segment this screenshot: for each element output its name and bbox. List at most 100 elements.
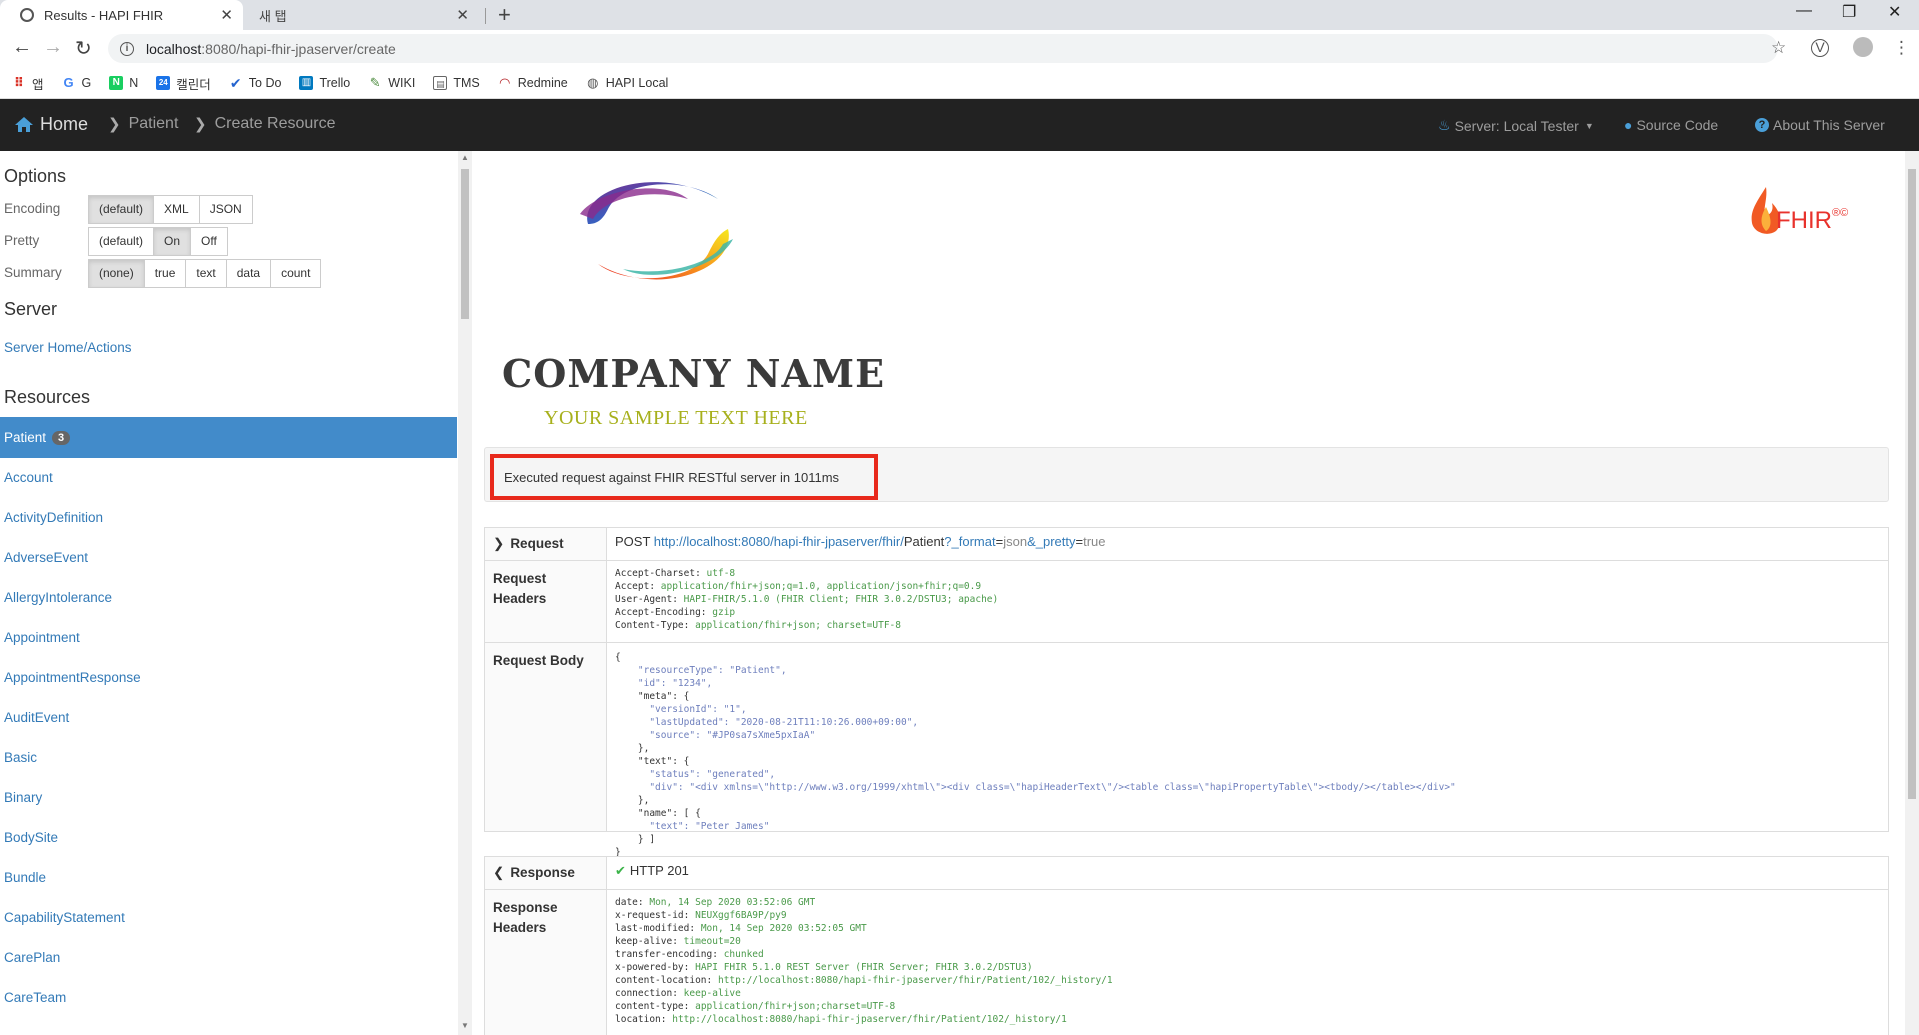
more-menu-icon[interactable]: ⋮ (1893, 38, 1910, 58)
profile-avatar-icon[interactable] (1853, 37, 1873, 57)
code-line: "lastUpdated": "2020-08-21T11:10:26.000+… (615, 717, 919, 728)
bookmark-redmine[interactable]: ◠ Redmine (498, 76, 568, 91)
bookmark-g[interactable]: G G (62, 75, 91, 91)
info-icon[interactable]: i (120, 41, 134, 56)
bookmark-wiki[interactable]: ✎ WIKI (368, 76, 416, 91)
breadcrumb-create-resource[interactable]: ❯ Create Resource (194, 115, 336, 133)
bookmark-label: N (129, 76, 139, 90)
extension-icon[interactable]: V (1811, 39, 1829, 57)
sidebar-scrollbar-thumb[interactable] (461, 169, 469, 319)
sidebar-item-account[interactable]: Account (4, 470, 53, 485)
summary-text-button[interactable]: text (185, 259, 227, 288)
bookmark-trello[interactable]: ▥ Trello (299, 76, 350, 90)
bookmark-tms[interactable]: ▤ TMS (433, 76, 480, 90)
close-icon[interactable]: ✕ (456, 6, 469, 24)
address-bar[interactable]: i localhost:8080/hapi-fhir-jpaserver/cre… (108, 34, 1778, 63)
source-code-link[interactable]: ● Source Code (1624, 117, 1718, 133)
header-line: Content-Type: application/fhir+json; cha… (615, 620, 901, 631)
window-close-icon[interactable]: ✕ (1888, 2, 1901, 22)
sidebar-item-adverseevent[interactable]: AdverseEvent (4, 550, 88, 565)
header-line: Accept-Charset: utf-8 (615, 568, 736, 579)
app-navbar: Home ❯ Patient ❯ Create Resource ♨ Serve… (0, 99, 1919, 151)
maximize-icon[interactable]: ❐ (1842, 2, 1856, 22)
back-icon[interactable]: ← (12, 36, 32, 59)
main-scrollbar-thumb[interactable] (1908, 169, 1916, 799)
code-line: "meta": { (615, 691, 690, 702)
summary-data-button[interactable]: data (225, 259, 272, 288)
sidebar-item-bundle[interactable]: Bundle (4, 870, 46, 885)
response-headers-label: Response Headers (485, 890, 607, 1035)
header-line: location: http://localhost:8080/hapi-fhi… (615, 1014, 1067, 1025)
nav-home-label: Home (40, 114, 89, 134)
request-toggle[interactable]: ❯ Request (485, 528, 607, 560)
pretty-off-button[interactable]: Off (190, 227, 228, 256)
sidebar-item-bodysite[interactable]: BodySite (4, 830, 58, 845)
sidebar-item-allergyintolerance[interactable]: AllergyIntolerance (4, 590, 112, 605)
about-server-link[interactable]: ? About This Server (1755, 117, 1885, 133)
sidebar-scrollbar[interactable]: ▲ ▼ (458, 151, 472, 1035)
sidebar-item-basic[interactable]: Basic (4, 750, 37, 765)
sidebar-item-auditevent[interactable]: AuditEvent (4, 710, 69, 725)
bookmark-apps[interactable]: ⠿ 앱 (12, 74, 44, 93)
main-content: COMPANY NAME YOUR SAMPLE TEXT HERE FHIR®… (472, 151, 1905, 1035)
summary-none-button[interactable]: (none) (88, 259, 145, 288)
code-line: "text": "Peter James" (615, 821, 770, 832)
forward-icon[interactable]: → (43, 36, 63, 59)
pretty-default-button[interactable]: (default) (88, 227, 155, 256)
sidebar-item-appointment[interactable]: Appointment (4, 630, 80, 645)
sidebar-item-careplan[interactable]: CarePlan (4, 950, 60, 965)
options-heading: Options (4, 166, 67, 186)
minimize-icon[interactable]: — (1796, 2, 1812, 20)
new-tab-icon[interactable]: + (498, 2, 511, 28)
encoding-xml-button[interactable]: XML (153, 195, 200, 224)
sidebar-item-appointmentresponse[interactable]: AppointmentResponse (4, 670, 141, 685)
header-line: date: Mon, 14 Sep 2020 03:52:06 GMT (615, 897, 816, 908)
sidebar-item-capabilitystatement[interactable]: CapabilityStatement (4, 910, 125, 925)
exec-message: Executed request against FHIR RESTful se… (490, 454, 878, 500)
nav-home-link[interactable]: Home (14, 114, 88, 135)
sidebar-item-activitydefinition[interactable]: ActivityDefinition (4, 510, 103, 525)
summary-true-button[interactable]: true (143, 259, 187, 288)
header-line: last-modified: Mon, 14 Sep 2020 03:52:05… (615, 923, 867, 934)
bookmark-label: TMS (453, 76, 480, 90)
google-icon: G (63, 75, 74, 90)
calendar-icon: 24 (156, 76, 171, 90)
summary-count-button[interactable]: count (270, 259, 322, 288)
scroll-up-icon[interactable]: ▲ (461, 153, 469, 162)
sidebar-item-patient[interactable]: Patient 3 (0, 417, 457, 458)
server-home-actions-link[interactable]: Server Home/Actions (4, 340, 132, 355)
close-icon[interactable]: ✕ (220, 6, 233, 24)
pretty-on-button[interactable]: On (153, 227, 192, 256)
request-resource: Patient (903, 534, 945, 549)
bookmark-label: Trello (319, 76, 351, 90)
tab-results[interactable]: Results - HAPI FHIR ✕ (0, 0, 243, 30)
encoding-default-button[interactable]: (default) (88, 195, 155, 224)
exec-message-text: Executed request against FHIR RESTful se… (504, 469, 840, 485)
header-line: x-powered-by: HAPI FHIR 5.1.0 REST Serve… (615, 962, 1033, 973)
breadcrumb-patient[interactable]: ❯ Patient (108, 115, 178, 133)
code-line: "versionId": "1", (615, 704, 747, 715)
bookmark-star-icon[interactable]: ☆ (1771, 38, 1786, 58)
pretty-button-group: (default) On Off (88, 227, 228, 256)
tab-new[interactable]: 새 탭 ✕ (249, 0, 479, 30)
sidebar-item-careteam[interactable]: CareTeam (4, 990, 66, 1005)
breadcrumb-label: Patient (128, 115, 179, 132)
response-toggle[interactable]: ❮ Response (485, 857, 607, 889)
sidebar: Options Encoding (default) XML JSON Pret… (0, 151, 457, 1035)
scroll-down-icon[interactable]: ▼ (461, 1021, 469, 1030)
reload-icon[interactable]: ↻ (75, 36, 92, 61)
bookmark-calendar[interactable]: 24 캘린더 (156, 74, 211, 93)
encoding-json-button[interactable]: JSON (198, 195, 253, 224)
request-url-link[interactable]: http://localhost:8080/hapi-fhir-jpaserve… (654, 534, 904, 549)
server-dropdown[interactable]: ♨ Server: Local Tester ▼ (1438, 117, 1594, 134)
company-name: COMPANY NAME (502, 351, 886, 396)
caret-down-icon: ▼ (1584, 120, 1594, 131)
bookmark-todo[interactable]: ✔ To Do (229, 76, 282, 90)
code-line: { (615, 652, 621, 663)
sidebar-item-binary[interactable]: Binary (4, 790, 42, 805)
code-line: }, (615, 743, 650, 754)
main-scrollbar[interactable] (1905, 151, 1919, 1035)
bookmark-hapi-local[interactable]: ◍ HAPI Local (586, 76, 668, 91)
header-line: User-Agent: HAPI-FHIR/5.1.0 (FHIR Client… (615, 594, 999, 605)
bookmark-n[interactable]: N N (109, 76, 138, 90)
